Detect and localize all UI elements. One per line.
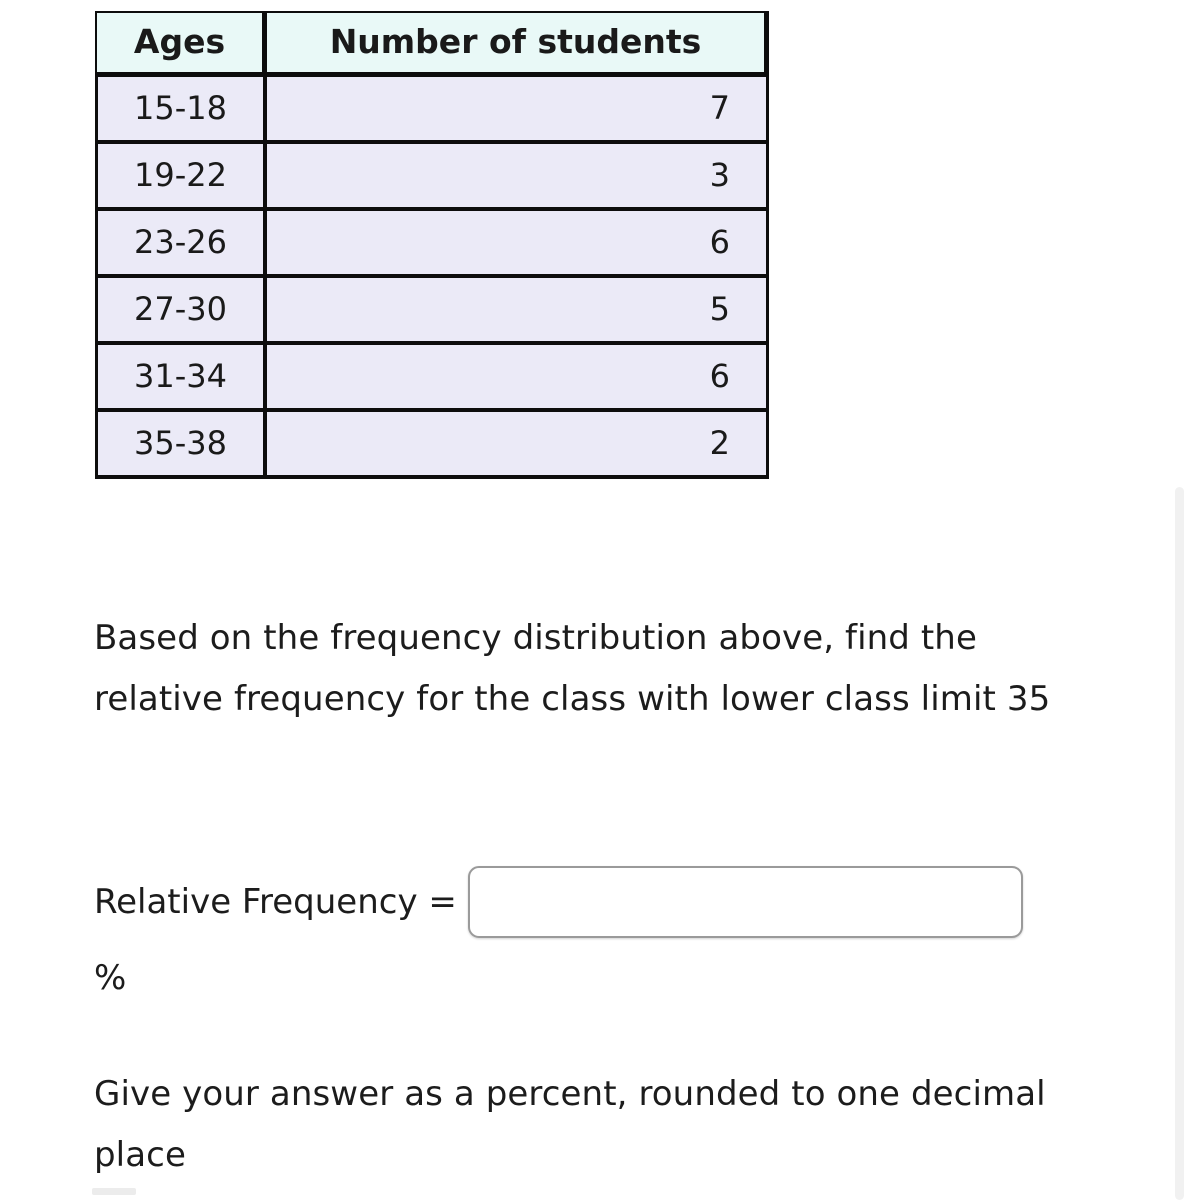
cell-ages: 31-34 [95, 345, 267, 412]
table-row: 15-18 7 [95, 77, 769, 144]
table-header-row: Ages Number of students [95, 11, 769, 77]
cell-count: 5 [267, 278, 769, 345]
cell-count: 6 [267, 211, 769, 278]
table-body: 15-18 7 19-22 3 23-26 6 27-30 5 31-34 6 … [95, 77, 769, 479]
cell-count: 3 [267, 144, 769, 211]
answer-instruction: Give your answer as a percent, rounded t… [94, 1074, 1046, 1175]
cell-count: 2 [267, 412, 769, 479]
cell-ages: 19-22 [95, 144, 267, 211]
freq-table: Ages Number of students 15-18 7 19-22 3 … [95, 11, 769, 479]
relative-frequency-label: Relative Frequency = [94, 881, 457, 922]
table-row: 31-34 6 [95, 345, 769, 412]
cell-count: 6 [267, 345, 769, 412]
table-header: Ages Number of students [95, 11, 769, 77]
cell-count: 7 [267, 77, 769, 144]
cell-ages: 23-26 [95, 211, 267, 278]
table-row: 35-38 2 [95, 412, 769, 479]
cell-ages: 27-30 [95, 278, 267, 345]
column-header-count: Number of students [267, 11, 769, 77]
table-row: 19-22 3 [95, 144, 769, 211]
cell-ages: 15-18 [95, 77, 267, 144]
table-row: 23-26 6 [95, 211, 769, 278]
clipped-element-fragment [92, 1188, 136, 1195]
table-row: 27-30 5 [95, 278, 769, 345]
answer-row: Relative Frequency = [94, 866, 1023, 938]
percent-unit-label: % [94, 958, 127, 998]
column-header-ages: Ages [95, 11, 267, 77]
question-prompt: Based on the frequency distribution abov… [94, 618, 1051, 719]
relative-frequency-input[interactable] [467, 866, 1023, 938]
cell-ages: 35-38 [95, 412, 267, 479]
vertical-scrollbar[interactable] [1175, 487, 1184, 1200]
frequency-distribution-table: Ages Number of students 15-18 7 19-22 3 … [95, 11, 769, 479]
